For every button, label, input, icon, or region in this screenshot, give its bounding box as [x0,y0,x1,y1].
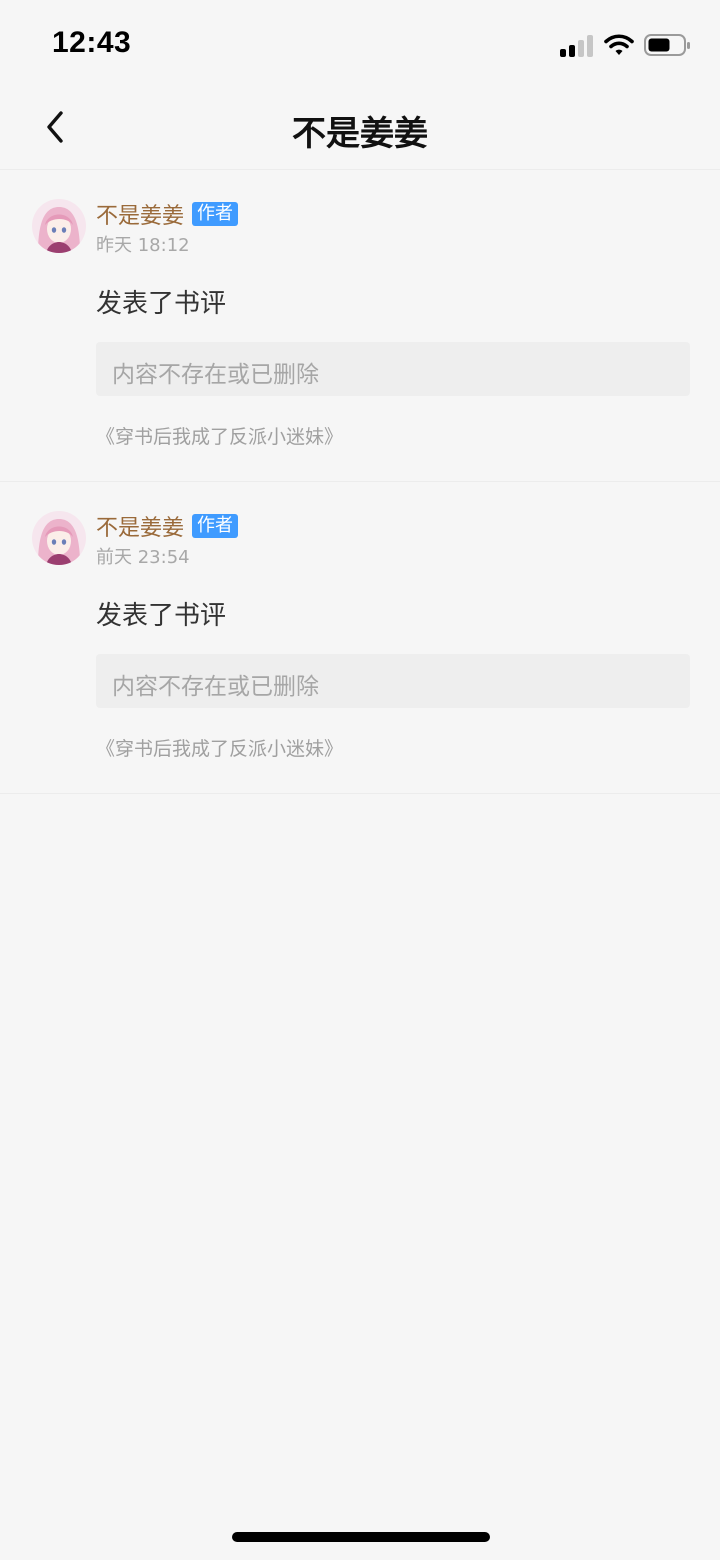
feed-item: 不是姜姜 作者 前天 23:54 发表了书评 内容不存在或已删除 《穿书后我成了… [0,482,720,794]
avatar[interactable] [32,511,86,565]
post-time: 昨天 18:12 [96,235,190,256]
cellular-signal-icon [560,33,594,57]
post-time: 前天 23:54 [96,547,190,568]
activity-text: 发表了书评 [96,601,227,631]
content-text: 内容不存在或已删除 [112,362,319,388]
status-icons [560,30,692,60]
status-bar: 12:43 [0,0,720,88]
author-badge: 作者 [192,202,239,226]
wifi-icon [604,33,634,57]
username[interactable]: 不是姜姜 [96,198,184,230]
book-link[interactable]: 《穿书后我成了反派小迷妹》 [96,734,343,761]
activity-text: 发表了书评 [96,289,227,319]
username[interactable]: 不是姜姜 [96,510,184,542]
avatar[interactable] [32,199,86,253]
activity-feed: 不是姜姜 作者 昨天 18:12 发表了书评 内容不存在或已删除 《穿书后我成了… [0,170,720,794]
author-badge: 作者 [192,514,239,538]
battery-icon [644,33,692,57]
user-line: 不是姜姜 作者 [96,198,239,230]
user-line: 不是姜姜 作者 [96,510,239,542]
nav-bar: 不是姜姜 [0,88,720,170]
book-link[interactable]: 《穿书后我成了反派小迷妹》 [96,422,343,449]
home-indicator[interactable] [232,1532,490,1542]
feed-item: 不是姜姜 作者 昨天 18:12 发表了书评 内容不存在或已删除 《穿书后我成了… [0,170,720,482]
status-time: 12:43 [52,26,132,59]
content-box[interactable]: 内容不存在或已删除 [96,342,690,396]
content-box[interactable]: 内容不存在或已删除 [96,654,690,708]
page-title: 不是姜姜 [292,114,428,154]
content-text: 内容不存在或已删除 [112,674,319,700]
screen: 12:43 不是姜姜 不是姜姜 作者 昨天 18:12 发表了书评 内容不存在或… [0,0,720,1560]
